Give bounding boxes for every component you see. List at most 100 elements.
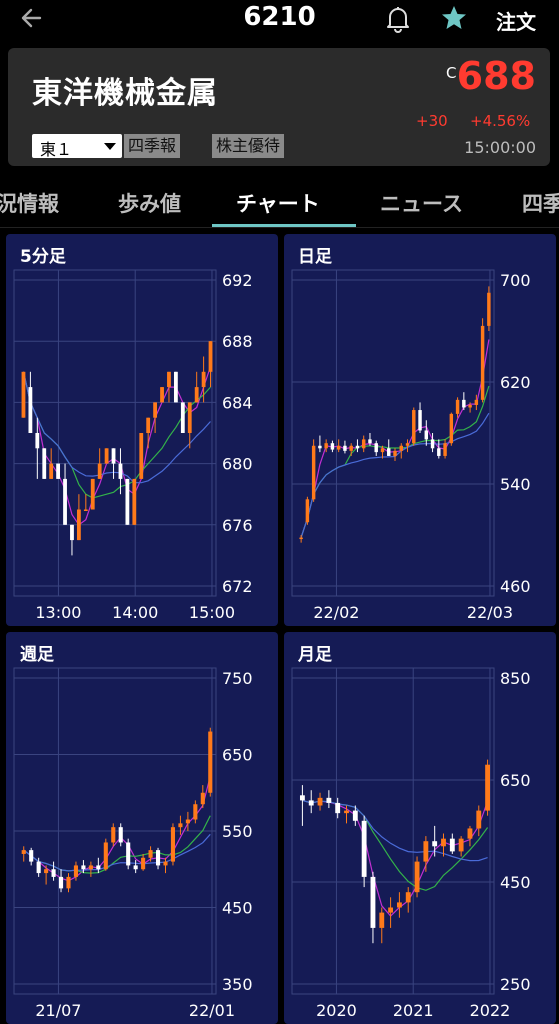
candle-body (412, 410, 416, 444)
candle-body (308, 800, 314, 806)
candle-body (29, 850, 34, 862)
shikiho-button[interactable]: 四季報 (124, 134, 181, 158)
y-tick-label: 620 (500, 373, 531, 392)
candle-body (299, 795, 305, 801)
y-tick-label: 672 (222, 577, 253, 596)
candle-body (133, 865, 138, 870)
candle-body (361, 439, 366, 449)
candle-body (200, 792, 205, 805)
candle-body (90, 478, 95, 510)
x-tick-label: 13:00 (35, 603, 81, 622)
tab-tick-history[interactable]: 歩み値 (118, 188, 181, 218)
candle-body (349, 445, 353, 451)
y-tick-label: 450 (222, 899, 253, 918)
candle-body (173, 371, 178, 403)
y-tick-label: 750 (222, 669, 253, 688)
candle-body (141, 857, 146, 870)
candle-body (148, 850, 153, 858)
tab-bar: 況情報 歩み値 チャート ニュース 四季 (0, 180, 559, 230)
market-select-value: 東１ (40, 140, 73, 159)
candle-body (21, 850, 26, 854)
candle-body (170, 827, 176, 862)
bell-icon[interactable] (384, 4, 412, 34)
candle-body (56, 463, 61, 479)
y-tick-label: 850 (500, 669, 531, 688)
ma-long-line (300, 412, 490, 538)
tab-status-info[interactable]: 況情報 (0, 188, 59, 218)
y-tick-label: 540 (500, 475, 531, 494)
candle-body (299, 537, 303, 540)
tab-news[interactable]: ニュース (380, 188, 463, 218)
y-tick-label: 650 (500, 771, 531, 790)
candle-body (441, 838, 446, 847)
stock-price: 688 (456, 54, 536, 98)
candle-body (51, 869, 56, 877)
candle-body (96, 865, 101, 870)
candle-body (180, 402, 185, 433)
tab-shikiho[interactable]: 四季 (522, 188, 559, 218)
x-tick-label: 15:00 (189, 603, 235, 622)
chevron-down-icon (104, 143, 116, 150)
candle-body (361, 820, 367, 877)
candle-body (424, 430, 429, 440)
chart-panel-daily[interactable]: 700 620 540 460 22/02 22/03 日足 (284, 234, 556, 626)
candle-body (88, 865, 93, 870)
x-tick-label: 2021 (393, 1001, 434, 1020)
candle-body (97, 463, 102, 479)
ma-mid-line (300, 385, 490, 538)
candle-body (352, 810, 358, 821)
candle-body (449, 413, 454, 444)
candle-body (430, 439, 435, 449)
tab-chart[interactable]: チャート (236, 188, 320, 218)
candle-body (468, 404, 472, 408)
price-change-percent: +4.56% (470, 112, 531, 130)
chart-panel-5min[interactable]: 692 688 684 680 676 672 13:00 14:00 15:00 5分足 (6, 234, 278, 626)
order-button[interactable]: 注文 (496, 6, 536, 35)
y-tick-label: 250 (500, 975, 531, 994)
chart-panel-monthly[interactable]: 850 650 450 250 2020 2021 2022 月足 (284, 632, 556, 1024)
x-tick-label: 22/02 (313, 603, 359, 622)
candle-body (396, 902, 402, 908)
candle-body (317, 797, 323, 806)
candle-body (155, 850, 161, 866)
candle-body (414, 861, 420, 893)
x-tick-label: 22/03 (467, 603, 513, 622)
candle-body (42, 448, 47, 479)
candle-body (28, 387, 33, 433)
candle-body (167, 371, 171, 388)
candle-body (379, 912, 385, 928)
candle-body (132, 478, 137, 525)
stock-code: 6210 (243, 2, 316, 32)
candle-body (163, 861, 168, 866)
plot-frame (291, 667, 495, 995)
y-tick-label: 350 (222, 975, 253, 994)
y-tick-label: 676 (222, 516, 253, 535)
tab-divider (0, 227, 559, 228)
candle-body (73, 865, 79, 877)
candle-body (103, 842, 108, 870)
candle-body (178, 823, 183, 828)
y-tick-label: 460 (500, 577, 531, 596)
candle-body (111, 827, 116, 843)
plot-frame (291, 269, 495, 597)
market-select[interactable]: 東１ (32, 134, 122, 159)
candle-body (44, 869, 49, 874)
candle-body (388, 907, 394, 913)
shareholder-benefits-button[interactable]: 株主優待 (212, 134, 285, 158)
chart-title: 日足 (298, 247, 332, 267)
candle-body (336, 445, 341, 450)
chart-title: 月足 (298, 645, 332, 665)
candle-body (487, 292, 491, 326)
candle-body (418, 410, 422, 431)
candle-body (126, 842, 131, 866)
chart-panel-weekly[interactable]: 750 650 550 450 350 21/07 22/01 週足 (6, 632, 278, 1024)
candle-body (139, 433, 144, 479)
star-icon[interactable] (440, 4, 468, 32)
candle-body (187, 402, 192, 433)
candle-body (208, 731, 213, 793)
candle-body (467, 828, 473, 839)
top-bar: 6210 注文 (0, 0, 559, 38)
candle-body (324, 443, 328, 449)
candle-body (146, 417, 151, 433)
y-tick-label: 650 (222, 746, 253, 765)
